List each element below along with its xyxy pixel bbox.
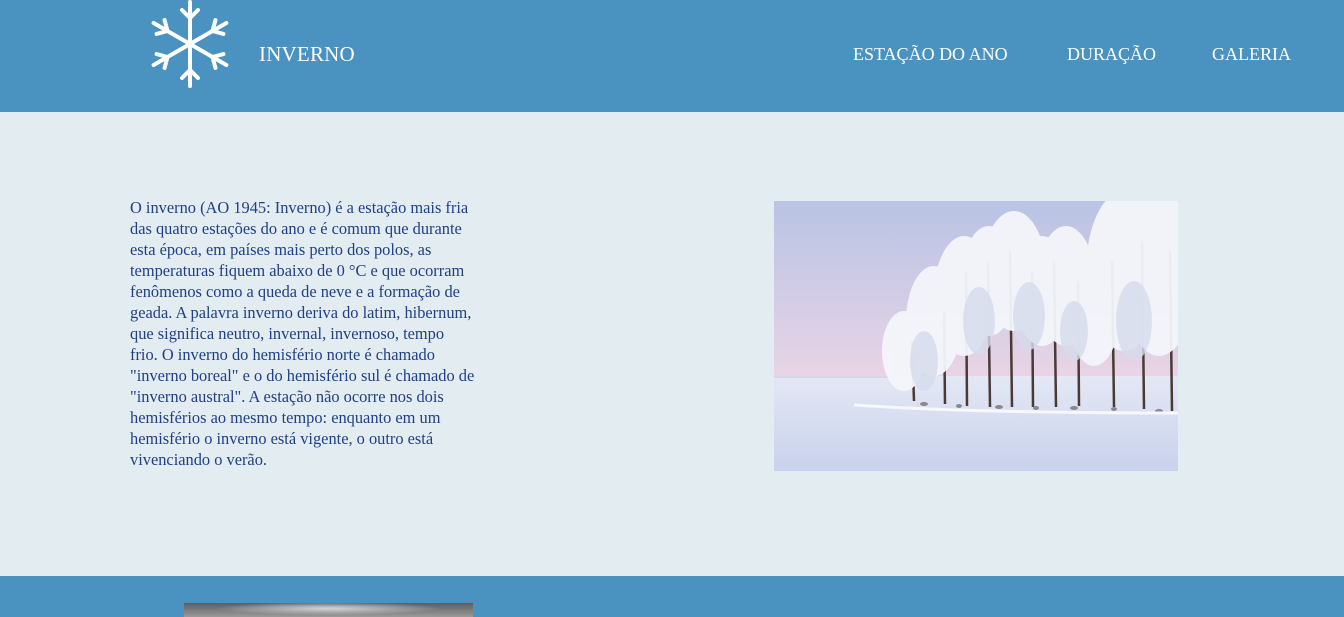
snowy-forest-image bbox=[774, 201, 1178, 471]
nav-galeria[interactable]: GALERIA bbox=[1212, 44, 1291, 65]
site-header: INVERNO ESTAÇÃO DO ANO DURAÇÃO GALERIA bbox=[0, 0, 1344, 112]
gallery-thumbnail[interactable] bbox=[184, 603, 473, 617]
brand-title[interactable]: INVERNO bbox=[259, 42, 355, 67]
snowflake-icon[interactable] bbox=[144, 0, 236, 90]
nav-duracao[interactable]: DURAÇÃO bbox=[1067, 44, 1156, 65]
nav-estacao-do-ano[interactable]: ESTAÇÃO DO ANO bbox=[853, 44, 1008, 65]
intro-paragraph: O inverno (AO 1945: Inverno) é a estação… bbox=[130, 198, 475, 469]
